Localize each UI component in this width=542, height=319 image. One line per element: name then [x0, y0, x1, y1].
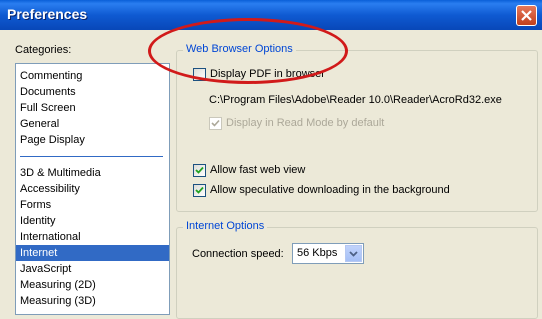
- internet-options-title: Internet Options: [183, 220, 268, 232]
- connection-speed-value: 56 Kbps: [297, 247, 338, 259]
- category-item-general[interactable]: General: [16, 116, 169, 132]
- category-item-measuring-2d[interactable]: Measuring (2D): [16, 277, 169, 293]
- categories-list[interactable]: Commenting Documents Full Screen General…: [15, 63, 170, 315]
- window-title: Preferences: [7, 6, 88, 22]
- category-item-javascript[interactable]: JavaScript: [16, 261, 169, 277]
- category-item-commenting[interactable]: Commenting: [16, 68, 169, 84]
- category-item-identity[interactable]: Identity: [16, 213, 169, 229]
- reader-path: C:\Program Files\Adobe\Reader 10.0\Reade…: [209, 94, 502, 106]
- fast-web-view-label[interactable]: Allow fast web view: [210, 164, 305, 176]
- display-pdf-checkbox[interactable]: [193, 68, 206, 81]
- category-separator: [20, 156, 163, 157]
- fast-web-view-checkbox[interactable]: [193, 164, 206, 177]
- internet-options-group: [176, 227, 538, 319]
- connection-speed-select[interactable]: 56 Kbps: [292, 243, 364, 264]
- connection-speed-label: Connection speed:: [192, 248, 284, 260]
- speculative-download-label[interactable]: Allow speculative downloading in the bac…: [210, 184, 450, 196]
- checkmark-icon: [211, 119, 220, 127]
- category-item-full-screen[interactable]: Full Screen: [16, 100, 169, 116]
- category-item-documents[interactable]: Documents: [16, 84, 169, 100]
- chevron-down-icon: [349, 250, 358, 257]
- speculative-download-checkbox[interactable]: [193, 184, 206, 197]
- display-pdf-label[interactable]: Display PDF in browser: [210, 68, 325, 80]
- settings-panel: Web Browser Options Display PDF in brows…: [176, 30, 542, 319]
- category-item-internet[interactable]: Internet: [16, 245, 169, 261]
- read-mode-checkbox[interactable]: [209, 117, 222, 130]
- dropdown-button[interactable]: [345, 245, 362, 262]
- close-icon: [521, 10, 532, 21]
- dialog-body: Categories: Commenting Documents Full Sc…: [0, 30, 542, 319]
- category-item-measuring-3d[interactable]: Measuring (3D): [16, 293, 169, 309]
- read-mode-label: Display in Read Mode by default: [226, 117, 385, 129]
- category-item-accessibility[interactable]: Accessibility: [16, 181, 169, 197]
- category-item-forms[interactable]: Forms: [16, 197, 169, 213]
- checkmark-icon: [195, 166, 204, 174]
- category-item-international[interactable]: International: [16, 229, 169, 245]
- close-button[interactable]: [516, 5, 537, 26]
- web-browser-options-title: Web Browser Options: [183, 43, 296, 55]
- category-item-3d-multimedia[interactable]: 3D & Multimedia: [16, 165, 169, 181]
- titlebar: Preferences: [0, 0, 542, 30]
- checkmark-icon: [195, 186, 204, 194]
- categories-label: Categories:: [15, 44, 72, 56]
- category-item-page-display[interactable]: Page Display: [16, 132, 169, 148]
